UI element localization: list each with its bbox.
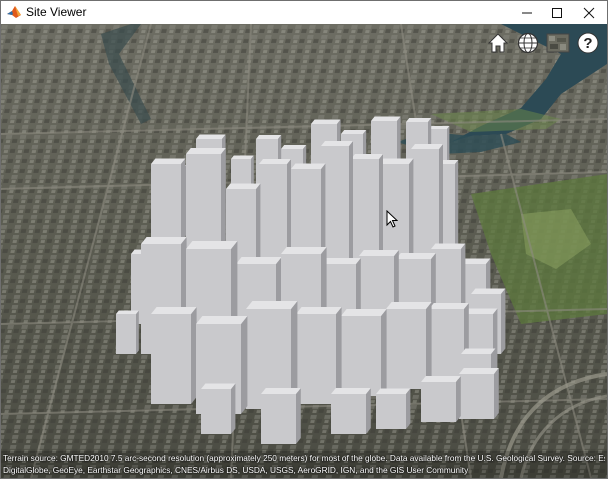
terrain-icon [546, 33, 570, 53]
building [459, 368, 499, 419]
building [116, 310, 139, 354]
site-viewer-window: Site Viewer ? Terrain source: GMTED2010 … [0, 0, 608, 479]
window-title: Site Viewer [26, 5, 87, 19]
home-icon [487, 33, 509, 53]
building [421, 376, 461, 422]
building [151, 307, 197, 404]
close-icon [583, 7, 595, 18]
matlab-app-icon [7, 6, 21, 18]
help-icon: ? [577, 32, 599, 54]
attribution-line-1: Terrain source: GMTED2010 7.5 arc-second… [3, 453, 605, 463]
maximize-icon [552, 7, 562, 18]
map-viewport[interactable]: ? Terrain source: GMTED2010 7.5 arc-seco… [1, 24, 607, 478]
home-button[interactable] [485, 30, 511, 56]
attribution-text: Terrain source: GMTED2010 7.5 arc-second… [1, 451, 607, 478]
building [201, 383, 236, 434]
building [261, 388, 301, 444]
mouse-pointer-icon [386, 210, 398, 228]
terrain-button[interactable] [545, 30, 571, 56]
help-glyph: ? [583, 35, 592, 52]
globe-icon [517, 32, 539, 54]
title-bar[interactable]: Site Viewer [1, 1, 607, 24]
viewer-toolbar: ? [485, 30, 601, 56]
building [376, 388, 411, 429]
maximize-button[interactable] [539, 1, 575, 24]
3d-city-scene [1, 24, 607, 478]
basemap-button[interactable] [515, 30, 541, 56]
building-models [116, 116, 506, 444]
help-button[interactable]: ? [575, 30, 601, 56]
building [386, 302, 432, 389]
building [331, 388, 371, 434]
building [341, 309, 387, 396]
minimize-icon [522, 12, 532, 13]
close-button[interactable] [571, 1, 607, 24]
attribution-line-2: DigitalGlobe, GeoEye, Earthstar Geograph… [3, 465, 469, 475]
